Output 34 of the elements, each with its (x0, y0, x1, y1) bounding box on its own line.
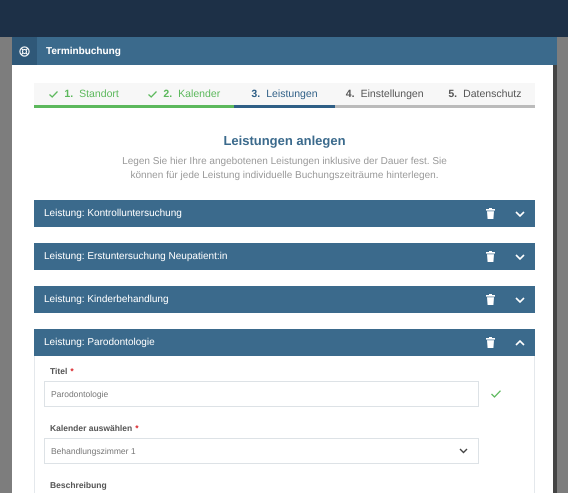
section-description: Legen Sie hier Ihre angebotenen Leistungen inklusive der Dauer fest. Sie können für jede Leistung individuelle Buchungszeiträume hinterlegen. (121, 155, 448, 183)
expand-chevron-icon[interactable] (515, 254, 525, 260)
field-label: Kalender auswählen (50, 423, 132, 433)
trash-icon[interactable] (486, 294, 495, 305)
service-header[interactable]: Leistung: Kontrolluntersuchung (34, 200, 535, 227)
service-title: Leistung: Erstuntersuchung Neupatient:in (44, 251, 228, 262)
expand-chevron-icon[interactable] (515, 296, 525, 302)
check-icon (148, 90, 158, 98)
required-mark: * (135, 423, 139, 433)
service-title: Leistung: Parodontologie (44, 337, 156, 348)
lifebuoy-icon (19, 46, 30, 56)
service-title: Leistung: Kontrolluntersuchung (44, 208, 183, 219)
service-header[interactable]: Leistung: Kinderbehandlung (34, 286, 535, 313)
window-title: Terminbuchung (45, 46, 121, 56)
dropdown-chevron-icon (459, 448, 468, 454)
step-tab[interactable]: 5. Datenschutz (434, 83, 536, 108)
trash-icon[interactable] (486, 337, 495, 348)
check-icon (49, 90, 58, 98)
field-label: Titel (50, 366, 68, 376)
trash-icon[interactable] (486, 251, 495, 262)
trash-icon[interactable] (486, 208, 495, 219)
step-tab[interactable]: 3. Leistungen (234, 83, 335, 108)
step-tab[interactable]: 4. Einstellungen (334, 83, 435, 108)
section-heading: Leistungen anlegen (222, 133, 347, 148)
expand-chevron-icon[interactable] (515, 210, 525, 216)
title-input-field[interactable]: Parodontologie (44, 381, 479, 407)
service-title: Leistung: Kinderbehandlung (44, 294, 170, 305)
service-header[interactable]: Leistung: Erstuntersuchung Neupatient:in (34, 243, 535, 270)
required-mark: * (70, 366, 74, 376)
scrollbar[interactable] (553, 65, 557, 493)
service-header[interactable]: Leistung: Parodontologie (34, 329, 535, 356)
collapse-chevron-icon[interactable] (515, 340, 525, 346)
calendar-dropdown[interactable]: Behandlungszimmer 1 (44, 438, 479, 464)
field-label: Beschreibung (50, 480, 107, 490)
